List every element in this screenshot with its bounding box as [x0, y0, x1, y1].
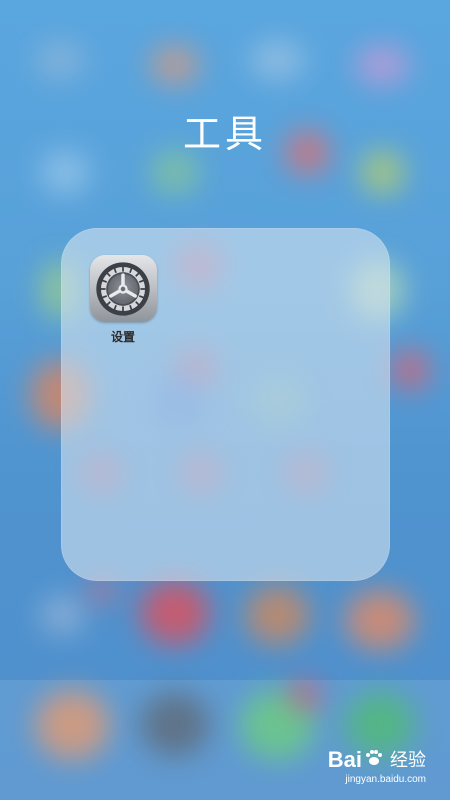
settings-app-icon[interactable] — [89, 255, 157, 322]
settings-gear-icon — [96, 261, 150, 316]
watermark-brand-right: 经验 — [390, 750, 426, 770]
baidu-jingyan-watermark: Bai 经验 jingyan.baidu.com — [328, 748, 426, 786]
watermark-brand-left: Bai — [327, 747, 362, 772]
baidu-paw-icon — [364, 748, 384, 772]
settings-app-label: 设置 — [110, 330, 135, 344]
settings-app[interactable]: 设置 — [89, 255, 157, 345]
watermark-url: jingyan.baidu.com — [345, 774, 426, 785]
folder-title[interactable]: 工具 — [0, 103, 450, 158]
